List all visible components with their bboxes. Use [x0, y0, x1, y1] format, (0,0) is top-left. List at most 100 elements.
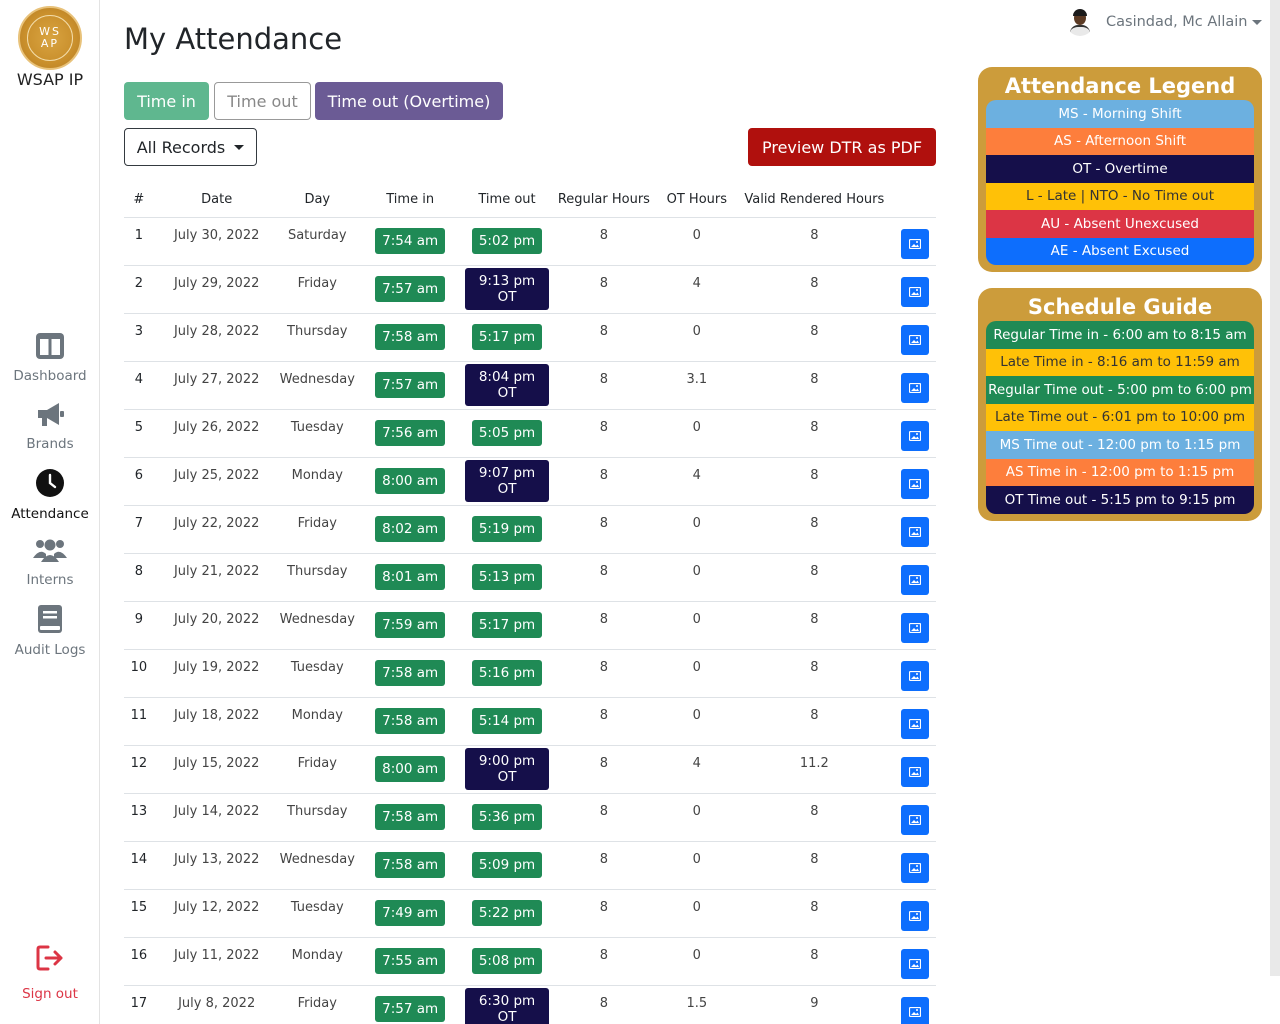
view-image-button[interactable] [901, 373, 930, 403]
column-header [894, 183, 936, 217]
avatar [1066, 8, 1094, 36]
row-action [894, 888, 936, 937]
row-time-out: 5:09 pm [465, 840, 549, 889]
legend-item: AU - Absent Unexcused [986, 210, 1254, 238]
time-in-button[interactable]: Time in [124, 82, 209, 120]
signout-label: Sign out [22, 986, 78, 1002]
column-header: Date [201, 192, 233, 208]
view-image-button[interactable] [901, 613, 930, 643]
row-action [894, 552, 936, 601]
view-image-button[interactable] [901, 997, 930, 1024]
view-image-button[interactable] [901, 757, 930, 787]
brand-name[interactable]: WSAP IP [0, 70, 100, 89]
time-in-badge: 8:01 am [375, 564, 446, 590]
user-menu[interactable]: Casindad, Mc Allain [1066, 6, 1263, 38]
row-date: July 27, 2022 [153, 360, 280, 409]
time-in-badge: 7:59 am [375, 612, 446, 638]
sidebar-item-brands[interactable]: Brands [0, 400, 100, 452]
schedule-item: MS Time out - 12:00 pm to 1:15 pm [986, 431, 1254, 459]
legend-item: AS - Afternoon Shift [986, 127, 1254, 155]
column-header: Time out [478, 192, 536, 208]
sidebar-item-dashboard[interactable]: Dashboard [0, 332, 100, 384]
row-regular-hours: 8 [548, 984, 660, 1024]
row-date: July 26, 2022 [153, 408, 280, 457]
row-date: July 22, 2022 [153, 504, 280, 553]
row-time-in: 7:58 am [354, 696, 466, 745]
table-row: 13 July 14, 2022 Thursday 7:58 am 5:36 pm 8 0 8 [124, 792, 936, 841]
schedule-item: Regular Time out - 5:00 pm to 6:00 pm [986, 376, 1254, 404]
table-row: 16 July 11, 2022 Monday 7:55 am 5:08 pm 8 0 8 [124, 936, 936, 985]
view-image-button[interactable] [901, 277, 930, 307]
row-regular-hours: 8 [548, 552, 660, 601]
view-image-button[interactable] [901, 949, 930, 979]
sidebar-item-interns[interactable]: Interns [0, 536, 100, 588]
scrollbar[interactable] [1270, 0, 1280, 976]
row-time-out: 5:17 pm [465, 312, 549, 361]
view-image-button[interactable] [901, 421, 930, 451]
view-image-button[interactable] [901, 229, 930, 259]
time-out-badge: 5:22 pm [471, 900, 543, 926]
row-day: Monday [279, 936, 355, 985]
row-regular-hours: 8 [548, 888, 660, 937]
time-in-badge: 8:02 am [375, 516, 446, 542]
time-in-badge: 7:55 am [375, 948, 446, 974]
table-row: 17 July 8, 2022 Friday 7:57 am 6:30 pm OT 8 1.… [124, 984, 936, 1024]
view-image-button[interactable] [901, 325, 930, 355]
row-number: 3 [124, 312, 154, 361]
schedule-guide: Schedule Guide Regular Time in - 6:00 am… [978, 288, 1262, 521]
time-out-button[interactable]: Time out [214, 82, 311, 120]
time-in-badge: 7:49 am [375, 900, 446, 926]
column-header: Valid Rendered Hours [744, 192, 885, 208]
schedule-list: Regular Time in - 6:00 am to 8:15 am Late… [986, 321, 1254, 514]
table-body: 1 July 30, 2022 Saturday 7:54 am 5:02 pm 8 0 8 2… [124, 216, 936, 1024]
row-number: 8 [124, 552, 154, 601]
view-image-button[interactable] [901, 853, 930, 883]
row-time-out: 6:30 pm OT [465, 984, 549, 1024]
view-image-button[interactable] [901, 661, 930, 691]
row-action [894, 984, 936, 1024]
image-icon [909, 383, 922, 393]
row-ot-hours: 0 [659, 552, 735, 601]
view-image-button[interactable] [901, 565, 930, 595]
image-icon [909, 959, 922, 969]
time-out-badge: 9:00 pm OT [465, 748, 549, 790]
row-time-in: 8:00 am [354, 744, 466, 793]
row-ot-hours: 0 [659, 888, 735, 937]
row-valid-hours: 9 [734, 984, 895, 1024]
row-action [894, 744, 936, 793]
view-image-button[interactable] [901, 901, 930, 931]
row-ot-hours: 0 [659, 792, 735, 841]
row-regular-hours: 8 [548, 504, 660, 553]
sidebar-item-attendance[interactable]: Attendance [0, 468, 100, 522]
view-image-button[interactable] [901, 709, 930, 739]
time-out-overtime-button[interactable]: Time out (Overtime) [315, 82, 503, 120]
row-number: 15 [124, 888, 154, 937]
signout-button[interactable]: Sign out [0, 944, 100, 1002]
sidebar-item-audit-logs[interactable]: Audit Logs [0, 604, 100, 658]
wsap-logo[interactable]: WS AP [18, 6, 82, 70]
time-out-badge: 5:36 pm [471, 804, 543, 830]
image-icon [909, 911, 922, 921]
clock-icon [36, 469, 64, 497]
row-ot-hours: 4 [659, 744, 735, 793]
image-icon [909, 671, 922, 681]
legend-item: OT - Overtime [986, 155, 1254, 183]
view-image-button[interactable] [901, 469, 930, 499]
view-image-button[interactable] [901, 517, 930, 547]
records-filter-dropdown[interactable]: All Records [124, 128, 257, 166]
time-out-badge: 5:08 pm [471, 948, 543, 974]
row-day: Tuesday [279, 648, 355, 697]
image-icon [909, 527, 922, 537]
row-date: July 11, 2022 [153, 936, 280, 985]
row-time-out: 8:04 pm OT [465, 360, 549, 409]
image-icon [909, 863, 922, 873]
view-image-button[interactable] [901, 805, 930, 835]
preview-dtr-pdf-button[interactable]: Preview DTR as PDF [748, 128, 936, 166]
legend-title: Attendance Legend [1004, 74, 1236, 98]
row-date: July 30, 2022 [153, 216, 280, 265]
row-time-in: 7:57 am [354, 264, 466, 313]
time-in-badge: 7:57 am [375, 996, 446, 1023]
row-time-in: 7:59 am [354, 600, 466, 649]
row-day: Thursday [279, 312, 355, 361]
time-in-badge: 7:58 am [375, 660, 446, 686]
